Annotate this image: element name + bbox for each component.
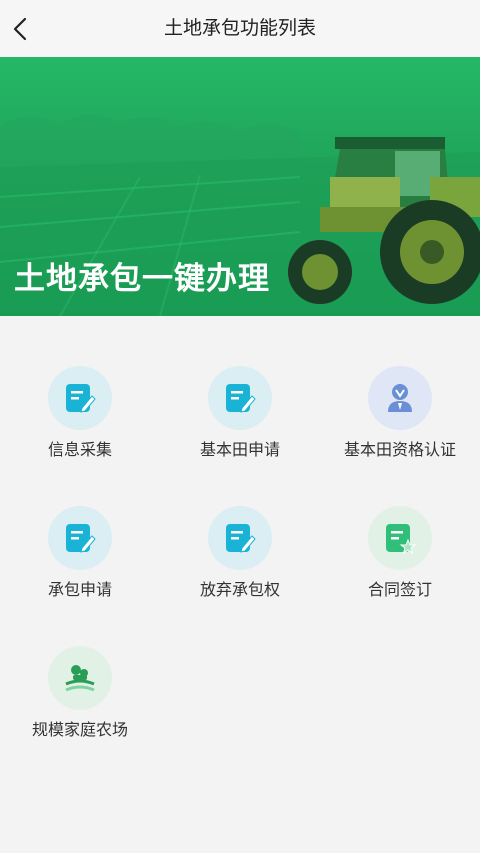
menu-item-label: 放弃承包权	[199, 580, 280, 599]
icon-circle	[48, 506, 112, 570]
menu-item-label: 规模家庭农场	[31, 720, 128, 739]
banner-headline: 土地承包一键办理	[14, 261, 270, 297]
icon-circle	[368, 366, 432, 430]
menu-item-basic-field-apply[interactable]: 基本田申请	[160, 366, 320, 476]
menu-item-info-collection[interactable]: 信息采集	[0, 366, 160, 476]
menu-item-family-farm[interactable]: 规模家庭农场	[0, 646, 160, 756]
menu-item-label: 基本田申请	[199, 440, 280, 459]
edit-document-icon	[226, 384, 256, 413]
family-farm-icon	[65, 665, 95, 692]
menu-item-label: 合同签订	[367, 580, 432, 599]
icon-circle	[48, 646, 112, 710]
icon-circle	[208, 366, 272, 430]
icon-circle	[48, 366, 112, 430]
menu-item-contract-apply[interactable]: 承包申请	[0, 506, 160, 616]
verified-user-icon	[388, 384, 412, 412]
menu-item-label: 承包申请	[47, 580, 112, 599]
icon-circle	[368, 506, 432, 570]
menu-item-label: 信息采集	[47, 440, 112, 459]
menu-item-abandon-right[interactable]: 放弃承包权	[160, 506, 320, 616]
page-title: 土地承包功能列表	[163, 17, 316, 39]
menu-item-contract-sign[interactable]: 合同签订	[320, 506, 480, 616]
banner: 土地承包一键办理	[0, 57, 480, 316]
header-bar: 土地承包功能列表	[0, 0, 480, 57]
edit-document-icon	[66, 524, 96, 553]
menu-item-label: 基本田资格认证	[343, 440, 456, 459]
edit-document-icon	[66, 384, 96, 413]
contract-star-icon	[386, 524, 416, 554]
menu-item-qualification-cert[interactable]: 基本田资格认证	[320, 366, 480, 476]
edit-document-icon	[226, 524, 256, 553]
function-grid: 信息采集 基本田申请 基本田资格认证 承包申请 放弃承包权 合同签订 规模家庭农…	[0, 316, 480, 853]
icon-circle	[208, 506, 272, 570]
